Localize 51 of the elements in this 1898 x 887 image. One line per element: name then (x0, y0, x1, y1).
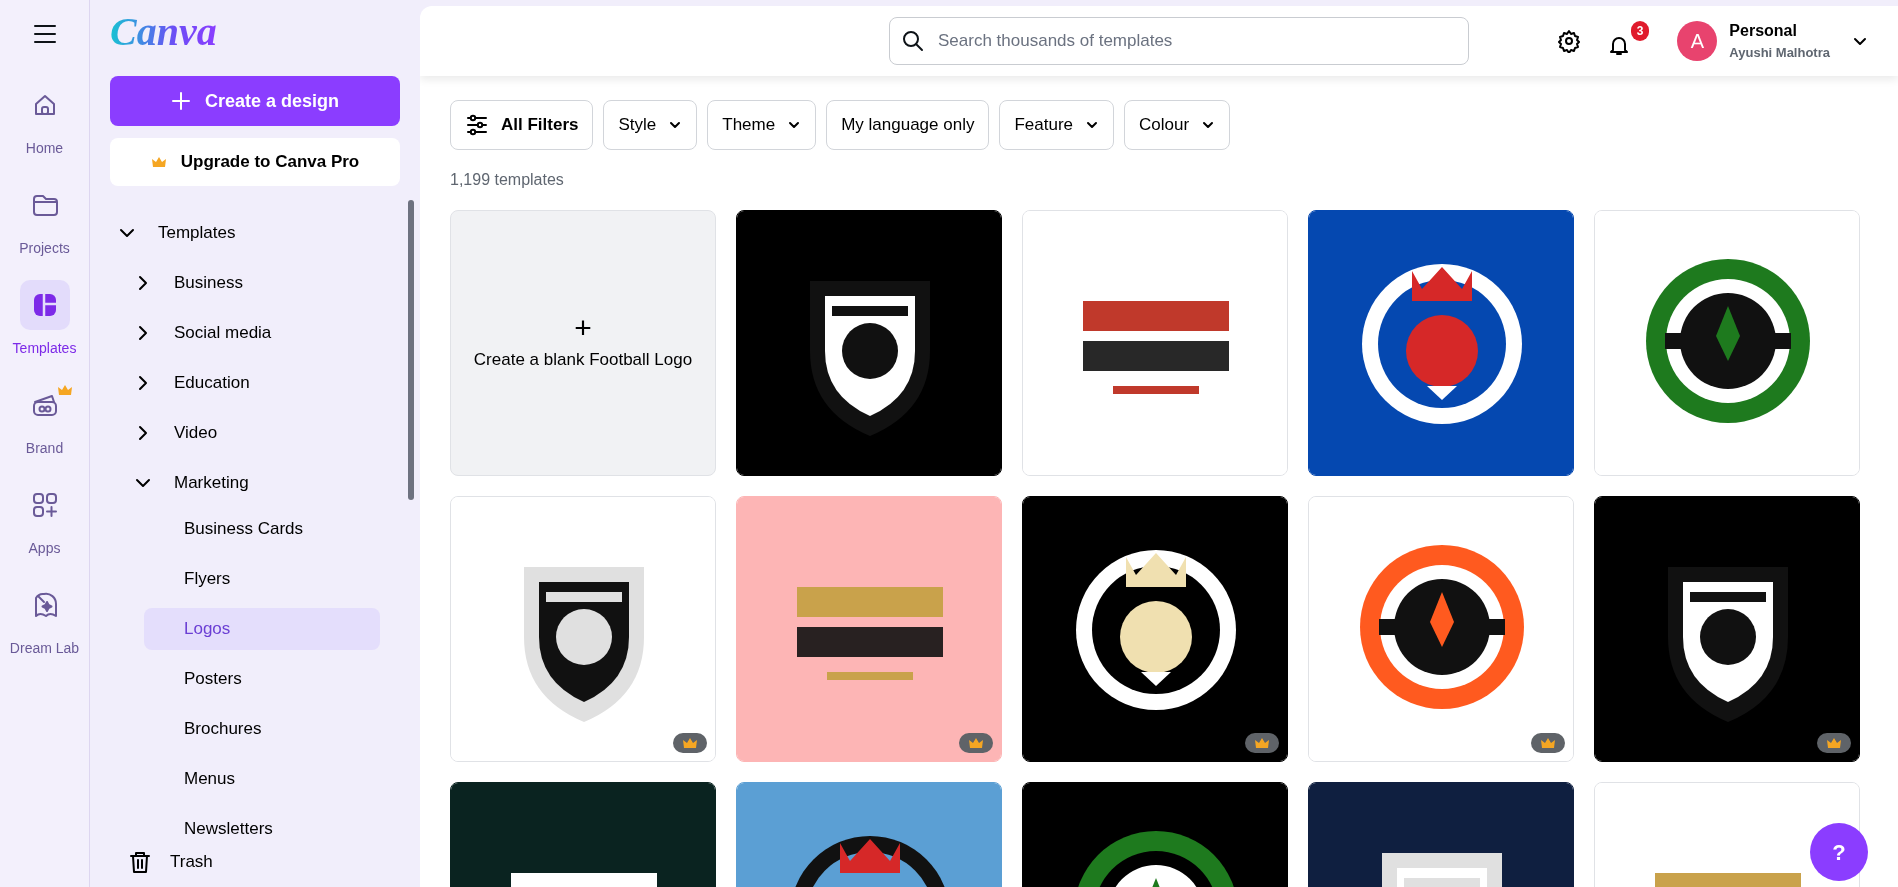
filter-dropdown[interactable]: Theme (707, 100, 817, 150)
template-count: 1,199 templates (450, 170, 565, 190)
filter-toggle[interactable]: My language only (826, 100, 990, 150)
crown-icon (150, 156, 167, 168)
notifications-button[interactable]: 3 (1603, 20, 1650, 62)
tree-item[interactable]: Marketing (110, 458, 400, 508)
tree-item[interactable]: Business (110, 258, 400, 308)
filter-dropdown[interactable]: Style (603, 100, 698, 150)
tree-item[interactable]: Education (110, 358, 400, 408)
trash-button[interactable]: Trash (110, 837, 400, 887)
plus-icon (170, 91, 191, 111)
trash-icon (128, 850, 152, 874)
account-name: Ayushi Malhotra (1729, 44, 1830, 63)
tree-item[interactable]: Social media (110, 308, 400, 358)
tree-item[interactable]: Templates (110, 208, 400, 258)
tree-item[interactable]: Video (110, 408, 400, 458)
crown-icon (968, 737, 984, 749)
tree-item[interactable]: Logos (144, 608, 380, 650)
all-filters-button[interactable]: All Filters (450, 100, 594, 150)
crown-icon (682, 737, 698, 749)
tree-item[interactable]: Newsletters (144, 808, 380, 837)
rail-item[interactable]: Brand (0, 380, 89, 480)
rail-item[interactable]: Dream Lab (0, 580, 89, 680)
plus-icon: + (574, 313, 592, 344)
search-icon (901, 29, 925, 53)
rail-item[interactable]: Home (0, 80, 89, 180)
scrollbar[interactable] (408, 200, 414, 500)
card-label: Create a blank Football Logo (473, 349, 693, 372)
rail-item[interactable]: Apps (0, 480, 89, 580)
search-field[interactable]: Search thousands of templates (889, 17, 1469, 65)
settings-icon (1557, 29, 1582, 54)
account-type: Personal (1729, 21, 1798, 42)
crown-icon (1540, 737, 1556, 749)
tree-item[interactable]: Brochures (144, 708, 380, 750)
crown-icon (1826, 737, 1842, 749)
tree-item[interactable]: Flyers (144, 558, 380, 600)
crown-icon (1254, 737, 1270, 749)
create-blank-card[interactable]: + Create a blank Football Logo (450, 210, 716, 476)
upgrade-button[interactable]: Upgrade to Canva Pro (110, 138, 400, 186)
rail-item[interactable]: Projects (0, 180, 89, 280)
notification-count: 3 (1630, 20, 1650, 41)
create-design-button[interactable]: Create a design (110, 76, 400, 126)
sliders-icon (465, 113, 489, 137)
rail-item[interactable]: Templates (0, 280, 89, 380)
account-menu[interactable]: A Personal Ayushi Malhotra (1671, 18, 1874, 64)
filter-dropdown[interactable]: Feature (999, 100, 1115, 150)
avatar: A (1677, 21, 1718, 61)
tree-item[interactable]: Menus (144, 758, 380, 800)
tree-item[interactable]: Business Cards (144, 508, 380, 550)
tree-item[interactable]: Posters (144, 658, 380, 700)
filter-dropdown[interactable]: Colour (1124, 100, 1231, 150)
